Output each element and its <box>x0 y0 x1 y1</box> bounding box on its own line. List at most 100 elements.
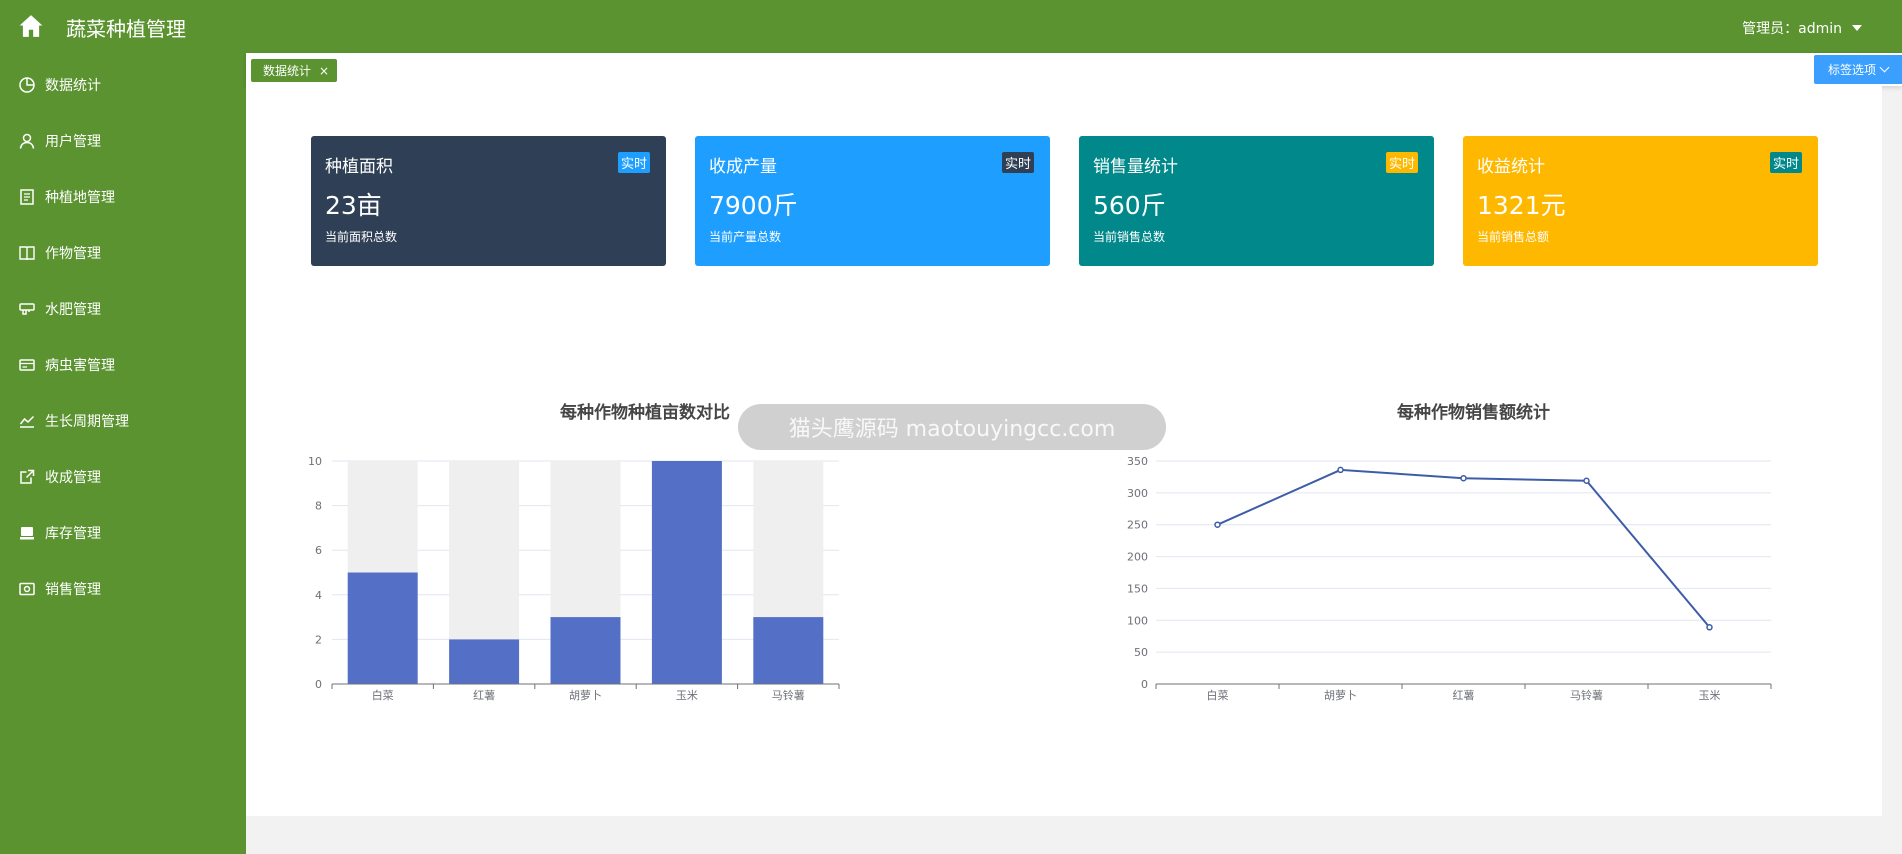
bar-chart-title: 每种作物种植亩数对比 <box>560 403 730 423</box>
app-title: 蔬菜种植管理 <box>66 17 186 41</box>
x-tick-label: 红薯 <box>473 689 495 702</box>
sidebar-item-inventory[interactable]: 库存管理 <box>0 505 246 561</box>
stat-card-yield: 收成产量 实时 7900斤 当前产量总数 <box>695 136 1050 266</box>
x-tick-label: 马铃薯 <box>772 688 805 702</box>
tab-options-button[interactable]: 标签选项 <box>1814 55 1902 84</box>
sidebar-item-label: 作物管理 <box>45 246 101 262</box>
data-point[interactable] <box>1460 474 1467 482</box>
sidebar-item-land[interactable]: 种植地管理 <box>0 169 246 225</box>
y-tick-label: 100 <box>1127 614 1148 627</box>
sidebar-item-harvest[interactable]: 收成管理 <box>0 449 246 505</box>
card-value: 1321元 <box>1477 191 1566 220</box>
sidebar-item-label: 水肥管理 <box>45 302 101 318</box>
tab-data-stats[interactable]: 数据统计 × <box>251 59 338 82</box>
tab-label: 数据统计 <box>263 64 312 78</box>
bar[interactable] <box>753 617 824 684</box>
x-tick-label: 玉米 <box>1699 689 1721 702</box>
sidebar-item-sales[interactable]: 销售管理 <box>0 561 246 617</box>
y-tick-label: 200 <box>1127 551 1148 564</box>
bar[interactable] <box>449 639 520 684</box>
x-tick-label: 胡萝卜 <box>1324 688 1357 702</box>
x-tick-label: 红薯 <box>1453 689 1475 702</box>
sidebar-item-crops[interactable]: 作物管理 <box>0 225 246 281</box>
user-icon <box>19 133 35 149</box>
stat-card-area: 种植面积 实时 23亩 当前面积总数 <box>311 136 666 266</box>
sidebar-item-label: 收成管理 <box>45 470 101 486</box>
x-tick-label: 白菜 <box>372 688 394 702</box>
sidebar-item-pests[interactable]: 病虫害管理 <box>0 337 246 393</box>
sidebar-item-label: 种植地管理 <box>45 190 115 206</box>
book-icon <box>19 246 35 261</box>
bar[interactable] <box>651 461 722 684</box>
tab-bar: 数据统计 × 标签选项 <box>246 53 1902 86</box>
line-chart-title: 每种作物销售额统计 <box>1397 403 1550 423</box>
close-icon[interactable]: × <box>319 65 329 77</box>
card-title: 收成产量 <box>709 157 777 177</box>
x-tick-label: 胡萝卜 <box>569 688 602 702</box>
pie-chart-icon <box>19 77 35 93</box>
card-description: 当前产量总数 <box>709 230 782 244</box>
admin-menu[interactable]: 管理员：admin <box>1742 18 1862 38</box>
card-title: 销售量统计 <box>1093 157 1178 177</box>
main-content: 种植面积 实时 23亩 当前面积总数 收成产量 实时 7900斤 当前产量总数 … <box>246 86 1882 816</box>
stat-card-revenue: 收益统计 实时 1321元 当前销售总额 <box>1463 136 1818 266</box>
stat-card-sales-volume: 销售量统计 实时 560斤 当前销售总数 <box>1079 136 1434 266</box>
realtime-badge: 实时 <box>1385 152 1418 173</box>
line-chart: 0 50 100 150 200 250 300 350 白菜 胡萝卜 红薯 马铃薯 玉米 <box>1127 455 1772 702</box>
tap-icon <box>19 303 35 315</box>
bar[interactable] <box>347 572 418 685</box>
watermark-banner: 猫头鹰源码 maotouyingcc.com <box>738 404 1166 450</box>
top-header: 蔬菜种植管理 管理员：admin <box>0 0 1902 53</box>
bar[interactable] <box>550 617 621 684</box>
line-chart-icon <box>19 415 35 428</box>
y-tick-label: 4 <box>315 589 322 602</box>
sidebar-item-label: 销售管理 <box>45 582 101 598</box>
realtime-badge: 实时 <box>1769 152 1802 173</box>
sidebar-item-label: 用户管理 <box>45 134 101 150</box>
realtime-badge: 实时 <box>1001 152 1034 173</box>
export-icon <box>20 469 35 484</box>
y-tick-label: 250 <box>1127 519 1148 532</box>
bar-chart: 0 2 4 6 8 10 白菜 红薯 胡萝卜 玉米 马铃薯 <box>308 455 840 702</box>
card-description: 当前面积总数 <box>325 230 398 244</box>
data-point[interactable] <box>1337 466 1344 474</box>
admin-label: 管理员：admin <box>1742 21 1842 37</box>
inbox-icon <box>20 527 34 540</box>
y-tick-label: 6 <box>315 544 322 557</box>
realtime-badge: 实时 <box>617 152 650 173</box>
y-tick-label: 10 <box>308 455 322 468</box>
sidebar-item-data-stats[interactable]: 数据统计 <box>0 57 246 113</box>
sidebar-item-growth-cycle[interactable]: 生长周期管理 <box>0 393 246 449</box>
card-icon <box>19 359 35 371</box>
chevron-down-icon <box>1879 62 1890 73</box>
series-line <box>1217 468 1711 628</box>
x-tick-label: 白菜 <box>1207 688 1229 702</box>
y-tick-label: 300 <box>1127 487 1148 500</box>
card-value: 560斤 <box>1093 191 1166 220</box>
card-description: 当前销售总额 <box>1477 230 1550 244</box>
y-tick-label: 150 <box>1127 582 1148 595</box>
sidebar-item-water-fertilizer[interactable]: 水肥管理 <box>0 281 246 337</box>
sidebar-item-label: 库存管理 <box>45 526 101 542</box>
sidebar-item-users[interactable]: 用户管理 <box>0 113 246 169</box>
sidebar-item-label: 病虫害管理 <box>45 358 115 374</box>
caret-down-icon <box>1852 25 1862 31</box>
data-point[interactable] <box>1706 624 1713 631</box>
y-tick-label: 0 <box>315 678 322 691</box>
card-value: 7900斤 <box>709 191 798 220</box>
card-title: 收益统计 <box>1477 157 1545 177</box>
document-icon <box>20 189 34 205</box>
sidebar-item-label: 数据统计 <box>45 78 101 94</box>
card-title: 种植面积 <box>325 157 393 177</box>
sidebar-item-label: 生长周期管理 <box>45 414 129 430</box>
data-point[interactable] <box>1583 477 1590 485</box>
data-point[interactable] <box>1214 521 1221 528</box>
tab-options-label: 标签选项 <box>1827 63 1876 77</box>
y-tick-label: 50 <box>1134 646 1148 659</box>
y-tick-label: 350 <box>1127 455 1148 468</box>
y-tick-label: 8 <box>315 500 322 513</box>
y-tick-label: 0 <box>1141 678 1148 691</box>
home-icon[interactable] <box>18 13 44 39</box>
sidebar: 数据统计 用户管理 种植地管理 作物管理 水肥管理 病虫害管理 生长周期管理 收… <box>0 53 246 854</box>
x-tick-label: 马铃薯 <box>1570 688 1603 702</box>
